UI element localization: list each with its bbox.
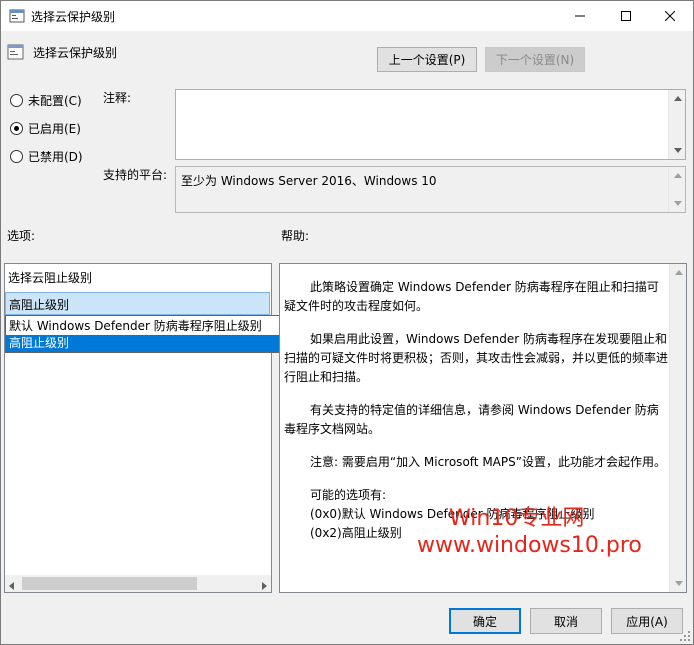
radio-label: 已启用(E) xyxy=(28,121,81,136)
cancel-button[interactable]: 取消 xyxy=(530,608,602,634)
help-paragraph: 有关支持的特定值的详细信息，请参阅 Windows Defender 防病毒程序… xyxy=(284,403,659,436)
help-scrollbar[interactable] xyxy=(669,264,686,592)
comment-scrollbar[interactable] xyxy=(668,90,685,159)
minimize-button[interactable] xyxy=(557,1,603,31)
options-hscrollbar[interactable] xyxy=(5,575,271,592)
radio-label: 已禁用(D) xyxy=(28,149,83,164)
policy-title: 选择云保护级别 xyxy=(33,46,118,60)
close-icon xyxy=(665,11,675,21)
scroll-down-icon[interactable] xyxy=(669,195,686,212)
scroll-up-icon[interactable] xyxy=(669,167,686,184)
help-paragraph: 此策略设置确定 Windows Defender 防病毒程序在阻止和扫描可疑文件… xyxy=(284,280,659,313)
help-paragraph: 如果启用此设置，Windows Defender 防病毒程序在发现要阻止和扫描的… xyxy=(284,332,669,384)
policy-settings-icon xyxy=(9,8,25,24)
platform-label: 支持的平台: xyxy=(103,168,168,182)
minimize-icon xyxy=(575,11,585,21)
previous-setting-button[interactable]: 上一个设置(P) xyxy=(377,47,477,72)
policy-icon xyxy=(7,43,25,61)
cloud-block-level-select[interactable]: 高阻止级别 xyxy=(5,292,270,315)
comment-textarea[interactable] xyxy=(175,89,686,160)
maximize-icon xyxy=(621,11,631,21)
title-bar[interactable]: 选择云保护级别 xyxy=(1,1,693,31)
apply-button[interactable]: 应用(A) xyxy=(611,608,683,634)
radio-dot xyxy=(10,149,23,163)
hscroll-thumb[interactable] xyxy=(22,577,197,590)
platform-scrollbar[interactable] xyxy=(668,167,685,212)
maximize-button[interactable] xyxy=(603,1,649,31)
radio-dot xyxy=(10,93,23,107)
dropdown-option-high[interactable]: 高阻止级别 xyxy=(6,335,314,352)
dropdown-option-default[interactable]: 默认 Windows Defender 防病毒程序阻止级别 xyxy=(6,318,314,335)
radio-not-configured[interactable]: 未配置(C) xyxy=(10,92,82,108)
select-value: 高阻止级别 xyxy=(9,298,70,312)
dropdown-list: 默认 Windows Defender 防病毒程序阻止级别 高阻止级别 xyxy=(5,315,315,353)
watermark-line1: Win10专业网 xyxy=(449,506,585,531)
next-setting-button[interactable]: 下一个设置(N) xyxy=(485,47,585,72)
scroll-down-icon[interactable] xyxy=(670,575,687,592)
scroll-left-icon[interactable] xyxy=(9,579,14,593)
radio-label: 未配置(C) xyxy=(28,93,82,108)
radio-enabled[interactable]: 已启用(E) xyxy=(10,120,81,136)
cloud-block-level-label: 选择云阻止级别 xyxy=(8,271,93,285)
scroll-right-icon[interactable] xyxy=(262,579,267,593)
scroll-down-icon[interactable] xyxy=(669,142,686,159)
close-button[interactable] xyxy=(647,1,693,31)
scroll-up-icon[interactable] xyxy=(670,264,687,281)
window-title: 选择云保护级别 xyxy=(31,10,116,24)
policy-dialog: 选择云保护级别 选择云保护级别 上一个设置(P) 下一个设置(N) 未配置(C)… xyxy=(0,0,694,645)
resize-grip-icon[interactable] xyxy=(679,630,691,642)
scroll-up-icon[interactable] xyxy=(669,90,686,107)
platform-value: 至少为 Windows Server 2016、Windows 10 xyxy=(181,174,437,188)
watermark-line2: www.windows10.pro xyxy=(417,533,642,558)
help-paragraph: 注意: 需要启用“加入 Microsoft MAPS”设置，此功能才会起作用。 xyxy=(310,455,666,469)
radio-disabled[interactable]: 已禁用(D) xyxy=(10,148,83,164)
platform-field: 至少为 Windows Server 2016、Windows 10 xyxy=(175,166,686,213)
options-section-label: 选项: xyxy=(7,229,36,243)
comment-label: 注释: xyxy=(103,91,132,105)
ok-button[interactable]: 确定 xyxy=(449,608,521,634)
radio-dot xyxy=(10,121,23,135)
help-section-label: 帮助: xyxy=(281,229,310,243)
